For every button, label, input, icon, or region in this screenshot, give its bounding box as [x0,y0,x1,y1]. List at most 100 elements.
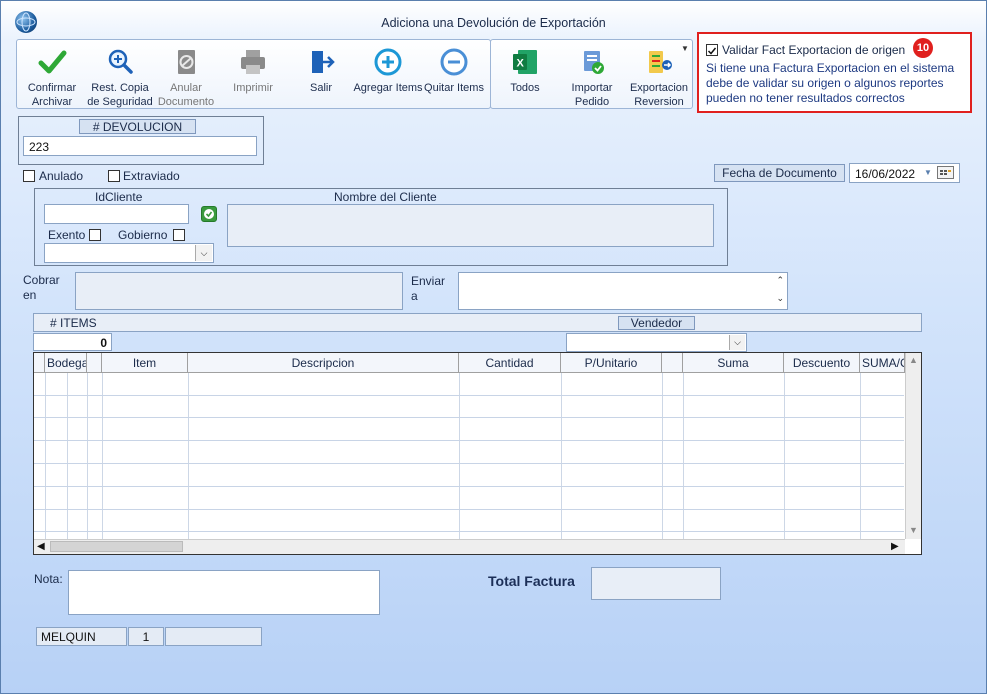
anular-documento-button[interactable]: Anular Documento [151,47,221,108]
quitar-label: Quitar Items [424,82,484,94]
total-factura-label: Total Factura [488,573,575,589]
imprimir-button[interactable]: Imprimir [218,47,288,107]
status-extra [165,627,262,646]
table-row [34,486,904,487]
salir-button[interactable]: Salir [286,47,356,107]
validar-checkbox[interactable] [706,44,718,56]
table-row [34,531,904,532]
rest-copia-button[interactable]: Rest. Copia de Seguridad [85,47,155,108]
items-label: # ITEMS [50,316,97,330]
cliente-combo[interactable]: ⌵ [44,243,214,263]
main-window: Adiciona una Devolución de Exportación C… [0,0,987,694]
excel-icon: X [513,50,537,74]
exportacion-reversion-button[interactable]: Exportacion Reversion [624,47,694,108]
col-descripcion[interactable]: Descripcion [188,353,459,373]
grid-rowheader [34,353,45,373]
col-cantidad[interactable]: Cantidad [459,353,561,373]
agregar-label: Agregar Items [353,82,423,94]
vertical-scrollbar[interactable]: ▲ ▼ [905,353,921,539]
nombre-cliente-label: Nombre del Cliente [334,190,437,204]
grid-vline [45,373,46,539]
minus-circle-icon [440,48,468,76]
salir-label: Salir [309,82,332,94]
table-row [34,417,904,418]
quitar-items-button[interactable]: Quitar Items [419,47,489,107]
horizontal-scrollbar[interactable]: ◀ ▶ [34,539,905,554]
col-suma-c[interactable]: SUMA/C [860,353,905,373]
validar-note: Si tiene una Factura Exportacion en el s… [706,61,955,105]
scroll-down-icon[interactable]: ⌄ [776,293,784,304]
enviar-textarea[interactable]: ⌃ ⌄ [458,272,788,310]
nota-label: Nota: [34,572,63,586]
exit-door-icon [312,51,335,73]
nota-textarea[interactable] [68,570,380,615]
items-bar [33,313,922,332]
idcliente-label: IdCliente [95,190,143,204]
chevron-down-icon[interactable]: ⌵ [729,335,745,350]
importar-pedido-button[interactable]: Importar Pedido [557,47,627,108]
exento-checkbox[interactable] [89,229,101,241]
scroll-left-icon[interactable]: ◀ [37,541,45,552]
idcliente-input[interactable] [44,204,189,224]
dropdown-arrow-icon[interactable]: ▼ [681,44,689,53]
items-count: 0 [33,333,112,351]
grid-vline [860,373,861,539]
scroll-thumb[interactable] [50,541,183,552]
export-reversion-icon [649,51,672,73]
col-spacer-1 [87,353,102,373]
col-item[interactable]: Item [102,353,188,373]
scroll-up-icon[interactable]: ⌃ [776,275,784,286]
grid-vline [784,373,785,539]
scroll-down-icon[interactable]: ▼ [909,525,918,535]
table-row [34,440,904,441]
import-order-icon [584,51,604,74]
anular-label: Anular Documento [157,82,215,108]
chevron-down-icon[interactable]: ⌵ [195,245,212,261]
calendar-icon[interactable] [937,166,954,179]
grid-vline [87,373,88,539]
magnifier-plus-icon [108,49,133,74]
check-icon [38,50,67,74]
vendedor-combo[interactable]: ⌵ [566,333,747,352]
printer-icon [241,50,265,74]
col-punitario[interactable]: P/Unitario [561,353,662,373]
grid-vline [188,373,189,539]
total-factura-value [591,567,721,600]
todos-button[interactable]: X Todos [490,47,560,107]
grid-vline [683,373,684,539]
grid-vline [662,373,663,539]
col-suma[interactable]: Suma [683,353,784,373]
status-user: MELQUIN [36,627,127,646]
importar-label: Importar Pedido [571,82,613,108]
gobierno-checkbox[interactable] [173,229,185,241]
step-badge: 10 [913,38,933,58]
nombre-cliente-field [227,204,714,247]
enviar-label: Enviar a [411,274,446,303]
scroll-up-icon[interactable]: ▲ [909,355,918,365]
extraviado-checkbox[interactable] [108,170,120,182]
fecha-label: Fecha de Documento [714,164,845,182]
col-descuento[interactable]: Descuento [784,353,860,373]
validate-client-icon[interactable] [201,206,217,222]
rest-copia-label: Rest. Copia de Seguridad [87,82,153,108]
cobrar-label: Cobrar en [23,273,60,302]
validar-label: Validar Fact Exportacion de origen [722,43,906,57]
grid-vline [459,373,460,539]
fecha-value: 16/06/2022 [855,167,916,181]
imprimir-label: Imprimir [233,82,273,94]
anulado-checkbox[interactable] [23,170,35,182]
devolucion-input[interactable]: 223 [23,136,257,156]
grid-vline [67,373,68,539]
devolucion-label: # DEVOLUCION EXP [79,119,196,148]
checkmark-icon [707,47,717,55]
date-dropdown-icon[interactable]: ▼ [924,168,932,177]
scroll-right-icon[interactable]: ▶ [891,541,899,552]
document-cancel-icon [178,50,195,74]
exportacion-label: Exportacion Reversion [629,82,689,108]
agregar-items-button[interactable]: Agregar Items [353,47,423,107]
confirmar-archivar-button[interactable]: Confirmar Archivar [17,47,87,108]
todos-label: Todos [510,82,540,94]
items-grid[interactable]: Bodega Item Descripcion Cantidad P/Unita… [33,352,922,555]
confirmar-label: Confirmar Archivar [27,82,77,108]
col-bodega[interactable]: Bodega [45,353,87,373]
